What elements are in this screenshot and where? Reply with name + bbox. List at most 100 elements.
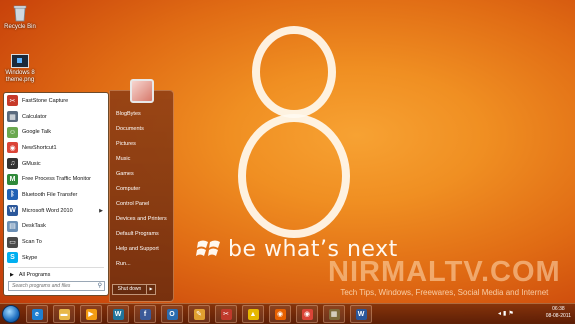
start-program-item[interactable]: ☺ Google Talk (4, 124, 108, 140)
headphones-icon: ♫ (7, 158, 18, 170)
taskbar: e ▬ ▶ Wf O ✎ ✂ ▲ ◉ ◉ ▦ W ◂▮⚑ 06:38 08-08-2011 (0, 303, 575, 324)
taskbar-button[interactable]: ▬ (53, 305, 75, 323)
divider (8, 266, 104, 268)
program-label: NewShortcut1 (22, 144, 57, 151)
firefox-icon: ◉ (274, 308, 286, 320)
watermark-subtitle: Tech Tips, Windows, Freewares, Social Me… (340, 288, 549, 297)
start-menu-links-pane: BlogBytes Documents Pictures Music Games Comp… (109, 79, 174, 302)
shutdown-label: Shut down (117, 286, 142, 292)
word-icon: W (355, 308, 367, 320)
taskbar-button[interactable]: ✂ (215, 305, 237, 323)
start-program-item[interactable]: S Skype (4, 250, 108, 266)
program-label: Skype (22, 254, 38, 261)
calculator-icon: ▦ (7, 111, 18, 123)
paint-icon: ✎ (193, 308, 205, 320)
windows-flag-icon (196, 240, 220, 256)
start-program-item[interactable]: ▦ Calculator (4, 109, 108, 125)
right-links: BlogBytes Documents Pictures Music Games Comp… (110, 107, 173, 272)
program-label: Free Process Traffic Monitor (22, 176, 91, 183)
start-menu-programs-pane: ✂ FastStone Capture ▦ Calculator ☺ Google Tal… (3, 92, 109, 296)
start-link-item[interactable]: Computer (110, 182, 173, 197)
taskbar-button[interactable]: ◉ (296, 305, 318, 323)
clock-date: 08-08-2011 (545, 313, 571, 319)
taskbar-button[interactable]: ◉ (269, 305, 291, 323)
bluetooth-icon: ᛒ (7, 189, 18, 201)
program-label: Scan To (22, 239, 42, 246)
start-program-item[interactable]: ▭ Scan To (4, 234, 108, 250)
user-picture[interactable] (130, 79, 154, 103)
desktop-icon-label: Recycle Bin (4, 24, 36, 30)
desktop-icon-label: Windows 8 theme.png (5, 70, 35, 83)
start-program-item[interactable]: ✂ FastStone Capture (4, 93, 108, 109)
program-label: Google Talk (22, 129, 51, 136)
image-file-icon (11, 54, 29, 68)
faststone-icon: ✂ (7, 95, 18, 107)
program-label: Calculator (22, 113, 47, 120)
taskbar-button[interactable]: O (161, 305, 183, 323)
program-list: ✂ FastStone Capture ▦ Calculator ☺ Google Tal… (4, 93, 108, 266)
program-label: DeskTask (22, 223, 46, 230)
start-link-item[interactable]: Music (110, 152, 173, 167)
taskbar-button[interactable]: ▶ (80, 305, 102, 323)
chrome-icon: ◉ (301, 308, 313, 320)
start-link-item[interactable]: Documents (110, 122, 173, 137)
start-program-item[interactable]: ▤ DeskTask (4, 219, 108, 235)
skype-icon: S (7, 252, 18, 264)
start-menu: ✂ FastStone Capture ▦ Calculator ☺ Google Tal… (0, 79, 174, 302)
program-label: Bluetooth File Transfer (22, 191, 78, 198)
windows8-figure-eight (238, 26, 350, 238)
file-manager-icon: ▦ (328, 308, 340, 320)
system-tray-icons[interactable]: ◂▮⚑ (498, 310, 516, 317)
taskbar-button[interactable]: ✎ (188, 305, 210, 323)
watermark-brand: NIRMALTV.COM (328, 256, 561, 288)
google-talk-icon: ☺ (7, 126, 18, 138)
start-link-item[interactable]: Control Panel (110, 197, 173, 212)
taskbar-button[interactable]: W (107, 305, 129, 323)
shutdown-button[interactable]: Shut down ▶ (112, 284, 156, 295)
internet-explorer-icon: e (31, 308, 43, 320)
word-icon: W (7, 205, 18, 217)
desktop-icon-recycle-bin[interactable]: Recycle Bin (0, 4, 40, 31)
search-placeholder: Search programs and files (12, 283, 71, 289)
facebook-icon: f (139, 308, 151, 320)
taskbar-button[interactable]: W (350, 305, 372, 323)
start-link-item[interactable]: Games (110, 167, 173, 182)
taskbar-button[interactable]: e (26, 305, 48, 323)
scanner-icon: ▭ (7, 236, 18, 248)
folder-icon: ▬ (58, 308, 70, 320)
traffic-monitor-icon: M (7, 173, 18, 185)
taskbar-button[interactable]: ▦ (323, 305, 345, 323)
media-player-icon: ▶ (85, 308, 97, 320)
program-label: GMusic (22, 160, 41, 167)
clock-time: 06:38 (552, 306, 565, 312)
bird-app-icon: ▲ (247, 308, 259, 320)
clock[interactable]: 06:38 08-08-2011 (546, 306, 571, 320)
start-link-item[interactable]: BlogBytes (110, 107, 173, 122)
desktask-icon: ▤ (7, 220, 18, 232)
taskbar-button[interactable]: f (134, 305, 156, 323)
submenu-arrow-icon[interactable]: ▶ (99, 208, 103, 214)
start-program-item[interactable]: ᛒ Bluetooth File Transfer (4, 187, 108, 203)
all-programs-label: All Programs (18, 272, 51, 279)
start-link-item[interactable]: Run... (110, 257, 173, 272)
search-icon[interactable]: ⚲ (98, 282, 102, 291)
recycle-bin-icon (13, 4, 27, 22)
start-link-item[interactable]: Devices and Printers (110, 212, 173, 227)
start-button[interactable] (2, 305, 20, 323)
program-label: Microsoft Word 2010 (22, 207, 73, 214)
start-search-input[interactable]: Search programs and files ⚲ (8, 281, 105, 291)
start-link-item[interactable]: Default Programs (110, 227, 173, 242)
shutdown-options-arrow-icon[interactable]: ▶ (146, 285, 155, 294)
start-program-item[interactable]: M Free Process Traffic Monitor (4, 171, 108, 187)
start-link-item[interactable]: Help and Support (110, 242, 173, 257)
snipping-tool-icon: ✂ (220, 308, 232, 320)
all-programs-button[interactable]: ▶ All Programs (4, 269, 108, 282)
start-program-item[interactable]: ♫ GMusic (4, 156, 108, 172)
start-program-item[interactable]: W Microsoft Word 2010 ▶ (4, 203, 108, 219)
start-program-item[interactable]: ◉ NewShortcut1 (4, 140, 108, 156)
desktop-icon-theme-image[interactable]: Windows 8 theme.png (0, 54, 40, 84)
flag-icon[interactable]: ⚑ (508, 311, 515, 317)
start-link-item[interactable]: Pictures (110, 137, 173, 152)
taskbar-button[interactable]: ▲ (242, 305, 264, 323)
wordpress-icon: W (112, 308, 124, 320)
